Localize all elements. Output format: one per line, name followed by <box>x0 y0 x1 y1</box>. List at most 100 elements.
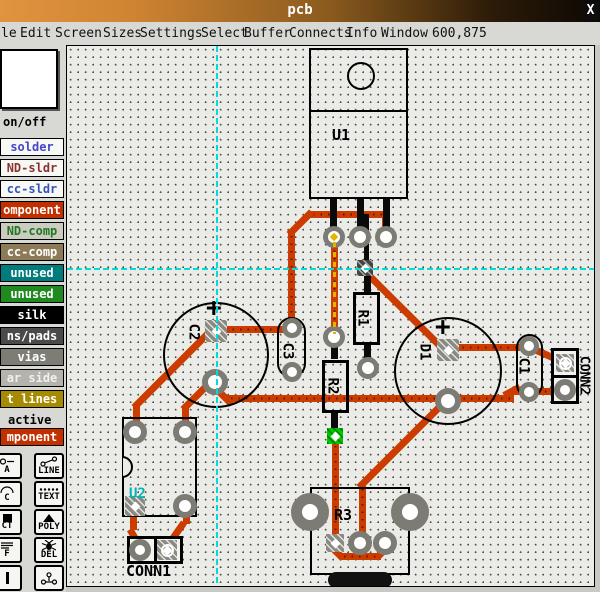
tool-button-partial[interactable] <box>0 565 22 591</box>
refdes-d1: D1 <box>416 344 432 361</box>
refdes-c3: C3 <box>279 343 295 360</box>
tool-label: F <box>4 550 9 559</box>
c3-pad[interactable] <box>282 318 302 338</box>
tool-label: TEXT <box>38 493 60 502</box>
menu-info[interactable]: Info <box>346 26 377 41</box>
tool-button-buf[interactable]: F <box>0 537 22 563</box>
menu-settings[interactable]: Settings <box>140 26 203 41</box>
r3-pad-1[interactable] <box>326 534 344 552</box>
menu-bar: le Edit Screen Sizes Settings Select Buf… <box>0 22 600 45</box>
layer-control-panel: on/off solder ND-sldr cc-sldr omponent N… <box>0 45 67 592</box>
menu-window[interactable]: Window <box>381 26 428 41</box>
u1-pad-2[interactable] <box>349 226 371 248</box>
d1-positive-pad[interactable] <box>437 339 459 361</box>
layer-button-rat-lines[interactable]: t lines <box>0 390 64 408</box>
board-canvas[interactable]: U1 R1 R2 C2 C3 D1 C1 CONN2 R3 U2 CONN1 +… <box>66 45 595 587</box>
conn1-pad-2[interactable] <box>157 540 177 560</box>
menu-screen[interactable]: Screen <box>55 26 102 41</box>
cursor-position-readout: 600,875 <box>432 26 487 41</box>
d1-negative-pad[interactable] <box>435 388 461 414</box>
refdes-r1: R1 <box>354 310 370 327</box>
u1-pad-3[interactable] <box>375 226 397 248</box>
tool-button-arc[interactable]: C <box>0 481 22 507</box>
u2-pad[interactable] <box>123 420 147 444</box>
c2-polarity-mark: + <box>206 293 222 323</box>
tool-label: C <box>4 494 9 503</box>
c2-negative-pad[interactable] <box>202 369 228 395</box>
layer-button-gnd-comp[interactable]: ND-comp <box>0 222 64 240</box>
menu-edit[interactable]: Edit <box>20 26 51 41</box>
menu-sizes[interactable]: Sizes <box>103 26 142 41</box>
layer-button-pins-pads[interactable]: ns/pads <box>0 327 64 345</box>
onoff-label: on/off <box>3 115 46 129</box>
c1-pad[interactable] <box>519 382 539 402</box>
r3-wiper-pad[interactable] <box>391 493 429 531</box>
layer-button-unused-2[interactable]: unused <box>0 285 64 303</box>
active-layer-button[interactable]: mponent <box>0 428 64 446</box>
horizontal-scrollbar[interactable] <box>66 587 600 592</box>
tool-button-text[interactable]: TEXT <box>34 481 64 507</box>
bar-icon <box>6 572 9 584</box>
selected-pad[interactable] <box>327 428 343 444</box>
tool-button-poly[interactable]: POLY <box>34 509 64 535</box>
layer-button-silk[interactable]: silk <box>0 306 64 324</box>
conn1-pad-1[interactable] <box>129 539 151 561</box>
board-preview-thumbnail[interactable] <box>0 49 58 109</box>
tool-button-line[interactable]: LINE <box>34 453 64 479</box>
u1-divider-line <box>309 110 408 112</box>
layer-button-vcc-sldr[interactable]: cc-sldr <box>0 180 64 198</box>
menu-connects[interactable]: Connects <box>289 26 352 41</box>
tool-label: A <box>4 466 9 475</box>
tool-button-via[interactable]: A <box>0 453 22 479</box>
rat-line[interactable] <box>333 242 336 334</box>
c3-pad[interactable] <box>282 362 302 382</box>
tool-button-insert-point[interactable] <box>34 565 64 591</box>
vertical-scrollbar[interactable] <box>595 45 600 587</box>
refdes-u1: U1 <box>332 126 350 144</box>
layer-button-gnd-sldr[interactable]: ND-sldr <box>0 159 64 177</box>
tool-button-rect[interactable]: CT <box>0 509 22 535</box>
crosshair-horizontal-line <box>67 268 594 270</box>
layer-button-vcc-comp[interactable]: cc-comp <box>0 243 64 261</box>
menu-select[interactable]: Select <box>201 26 248 41</box>
u2-pad[interactable] <box>173 420 197 444</box>
pin1-marker <box>330 233 338 241</box>
close-button[interactable]: X <box>582 2 599 20</box>
title-bar[interactable]: pcb X <box>0 0 600 23</box>
r3-pad-3[interactable] <box>373 531 397 555</box>
pcb-application-window: pcb X le Edit Screen Sizes Settings Sele… <box>0 0 600 592</box>
polygon-icon <box>41 513 57 523</box>
refdes-conn1: CONN1 <box>126 562 171 580</box>
c1-pad[interactable] <box>519 336 539 356</box>
crosshair-vertical-line <box>216 46 218 586</box>
conn2-pad-2[interactable] <box>554 379 576 401</box>
layer-button-vias[interactable]: vias <box>0 348 64 366</box>
conn2-cell-divider <box>554 375 576 378</box>
u2-pad[interactable] <box>173 494 197 518</box>
tool-label: LINE <box>38 467 60 476</box>
refdes-r2: R2 <box>324 378 340 395</box>
active-layer-label: active <box>8 413 51 427</box>
menu-buffer[interactable]: Buffer <box>244 26 291 41</box>
trace-segment[interactable] <box>288 233 295 328</box>
r3-pad-2[interactable] <box>348 531 372 555</box>
tool-button-del[interactable]: DEL <box>34 537 64 563</box>
layer-button-component[interactable]: omponent <box>0 201 64 219</box>
insert-point-icon <box>40 572 58 585</box>
layer-button-unused-1[interactable]: unused <box>0 264 64 282</box>
menu-file[interactable]: le <box>1 26 17 41</box>
trace-segment[interactable] <box>310 211 388 218</box>
conn2-pad-1[interactable] <box>556 354 574 372</box>
refdes-u2: U2 <box>129 486 146 502</box>
tool-label: POLY <box>38 523 60 532</box>
layer-button-solder[interactable]: solder <box>0 138 64 156</box>
window-title: pcb <box>0 2 600 18</box>
refdes-c1: C1 <box>515 358 531 375</box>
tool-label: DEL <box>41 551 57 560</box>
r3-wiper-pad[interactable] <box>291 493 329 531</box>
u2-notch <box>111 456 133 478</box>
refdes-conn2: CONN2 <box>577 346 592 406</box>
r3-adjust-slot[interactable] <box>328 572 392 587</box>
r1-pad[interactable] <box>357 357 379 379</box>
layer-button-far-side[interactable]: ar side <box>0 369 64 387</box>
